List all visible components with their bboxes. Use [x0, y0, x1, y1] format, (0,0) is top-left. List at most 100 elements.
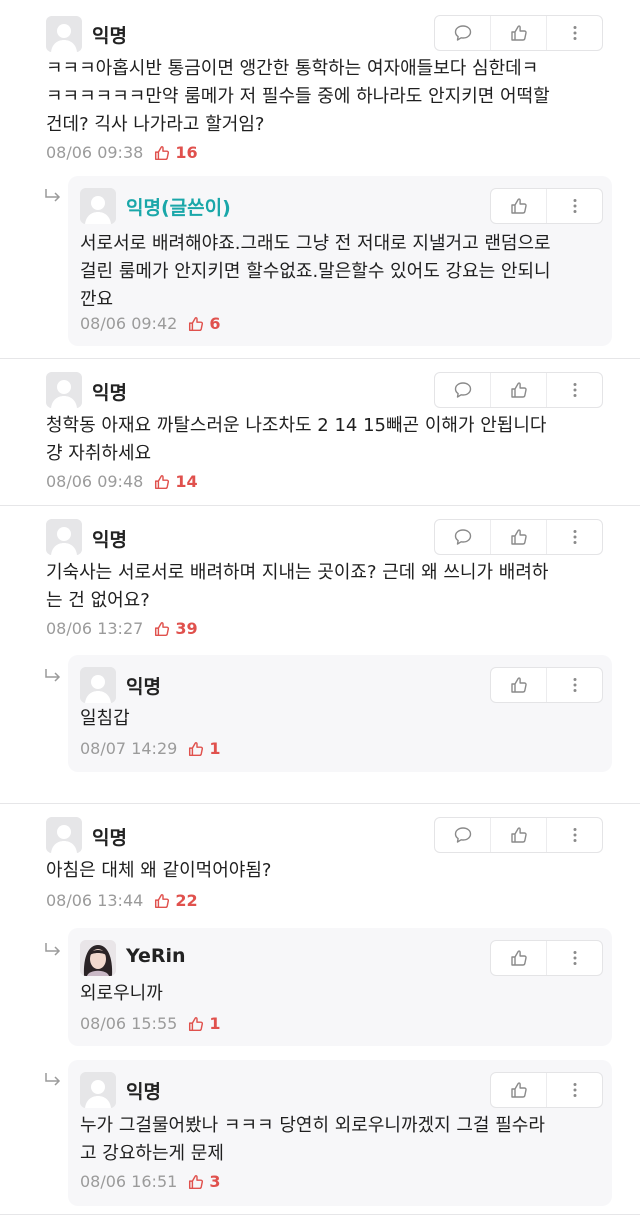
- thumbs-up-icon: [187, 740, 205, 758]
- reply-button[interactable]: [435, 818, 491, 852]
- avatar: [80, 667, 116, 703]
- avatar: [46, 372, 82, 408]
- more-button[interactable]: [547, 373, 602, 407]
- reply-author: 익명: [126, 1081, 161, 1103]
- comment-meta: 08/06 13:44 22: [46, 891, 198, 910]
- comment-author: 익명: [92, 827, 127, 849]
- reply-text: 누가 그걸물어봤나 ㅋㅋㅋ 당연히 외로우니까겠지 그걸 필수라 고 강요하는게…: [80, 1115, 545, 1164]
- like-button[interactable]: [491, 16, 547, 50]
- reply-actions: [490, 940, 603, 976]
- reply-author-writer: 익명(글쓴이): [126, 197, 231, 219]
- comment-author: 익명: [92, 25, 127, 47]
- comment-text: 기숙사는 서로서로 배려하며 지내는 곳이죠? 근데 왜 쓰니가 배려하 는 건…: [46, 562, 549, 611]
- avatar: [80, 188, 116, 224]
- reply-meta: 08/06 16:51 3: [80, 1172, 220, 1191]
- thumbs-up-icon: [153, 892, 171, 910]
- vertical-ellipsis-icon: [565, 380, 585, 400]
- reply: YeRin 외로우니까 08/06 15:55 1: [68, 928, 612, 1046]
- comment-actions: [434, 817, 603, 853]
- default-user-avatar-icon: [80, 667, 116, 703]
- default-user-avatar-icon: [46, 817, 82, 853]
- avatar: [46, 519, 82, 555]
- like-count-value: 1: [209, 739, 221, 758]
- thumbs-up-icon: [187, 315, 205, 333]
- reply-arrow-icon: [44, 188, 62, 204]
- vertical-ellipsis-icon: [565, 948, 585, 968]
- like-count-value: 22: [175, 891, 198, 910]
- speech-bubble-icon: [453, 380, 473, 400]
- vertical-ellipsis-icon: [565, 527, 585, 547]
- reply-arrow-icon: [44, 942, 62, 958]
- like-button[interactable]: [491, 373, 547, 407]
- thumbs-up-icon: [509, 196, 529, 216]
- reply-button[interactable]: [435, 16, 491, 50]
- comment: 익명 ㅋㅋㅋ아홉시반 통금이면 앵간한 통학하는 여자애들보다 심한데ㅋ ㅋㅋㅋ…: [0, 0, 640, 170]
- comment-text: 청학동 아재요 까탈스러운 나조차도 2 14 15빼곤 이해가 안됩니다 걍 …: [46, 415, 547, 464]
- more-button[interactable]: [547, 668, 602, 702]
- more-button[interactable]: [547, 1073, 602, 1107]
- comment-time: 08/06 13:27: [46, 619, 144, 638]
- reply-meta: 08/06 09:42 6: [80, 314, 220, 333]
- more-button[interactable]: [547, 818, 602, 852]
- reply-author: YeRin: [126, 945, 186, 967]
- more-button[interactable]: [547, 520, 602, 554]
- reply-button[interactable]: [435, 373, 491, 407]
- comment-text: 아침은 대체 왜 같이먹어야됨?: [46, 860, 272, 881]
- like-count: 14: [153, 472, 198, 491]
- like-button[interactable]: [491, 1073, 547, 1107]
- vertical-ellipsis-icon: [565, 196, 585, 216]
- speech-bubble-icon: [453, 825, 473, 845]
- speech-bubble-icon: [453, 527, 473, 547]
- reply-button[interactable]: [435, 520, 491, 554]
- more-button[interactable]: [547, 16, 602, 50]
- default-user-avatar-icon: [46, 372, 82, 408]
- more-button[interactable]: [547, 189, 602, 223]
- comment-text: ㅋㅋㅋ아홉시반 통금이면 앵간한 통학하는 여자애들보다 심한데ㅋ ㅋㅋㅋㅋㅋㅋ…: [46, 58, 550, 135]
- like-count: 22: [153, 891, 198, 910]
- reply: 익명 일침갑 08/07 14:29 1: [68, 655, 612, 772]
- reply-meta: 08/07 14:29 1: [80, 739, 220, 758]
- comment-meta: 08/06 13:27 39: [46, 619, 198, 638]
- comment-time: 08/06 09:48: [46, 472, 144, 491]
- comment-author: 익명: [92, 529, 127, 551]
- comment-author: 익명: [92, 382, 127, 404]
- vertical-ellipsis-icon: [565, 675, 585, 695]
- reply-arrow-icon: [44, 1072, 62, 1088]
- divider: [0, 1214, 640, 1215]
- like-button[interactable]: [491, 520, 547, 554]
- thumbs-up-icon: [509, 825, 529, 845]
- thumbs-up-icon: [153, 144, 171, 162]
- like-button[interactable]: [491, 941, 547, 975]
- divider: [0, 803, 640, 804]
- comment-time: 08/06 13:44: [46, 891, 144, 910]
- vertical-ellipsis-icon: [565, 23, 585, 43]
- comment: 익명 아침은 대체 왜 같이먹어야됨? 08/06 13:44 22: [0, 805, 640, 925]
- speech-bubble-icon: [453, 23, 473, 43]
- comment-time: 08/06 09:38: [46, 143, 144, 162]
- reply-time: 08/07 14:29: [80, 739, 178, 758]
- comment-meta: 08/06 09:38 16: [46, 143, 198, 162]
- more-button[interactable]: [547, 941, 602, 975]
- like-button[interactable]: [491, 668, 547, 702]
- comment-meta: 08/06 09:48 14: [46, 472, 198, 491]
- thumbs-up-icon: [187, 1015, 205, 1033]
- comment: 익명 기숙사는 서로서로 배려하며 지내는 곳이죠? 근데 왜 쓰니가 배려하 …: [0, 507, 640, 652]
- divider: [0, 358, 640, 359]
- reply-arrow-icon: [44, 668, 62, 684]
- like-button[interactable]: [491, 818, 547, 852]
- like-count-value: 14: [175, 472, 198, 491]
- like-count-value: 16: [175, 143, 198, 162]
- reply-author: 익명: [126, 676, 161, 698]
- avatar: [46, 817, 82, 853]
- default-user-avatar-icon: [46, 16, 82, 52]
- reply-time: 08/06 15:55: [80, 1014, 178, 1033]
- like-count-value: 1: [209, 1014, 221, 1033]
- like-button[interactable]: [491, 189, 547, 223]
- thumbs-up-icon: [509, 527, 529, 547]
- reply-text: 일침갑: [80, 708, 130, 729]
- thumbs-up-icon: [153, 473, 171, 491]
- like-count: 3: [187, 1172, 220, 1191]
- reply-actions: [490, 1072, 603, 1108]
- reply: 익명(글쓴이) 서로서로 배려해야죠.그래도 그냥 전 저대로 지낼거고 랜덤으…: [68, 176, 612, 346]
- default-user-avatar-icon: [46, 519, 82, 555]
